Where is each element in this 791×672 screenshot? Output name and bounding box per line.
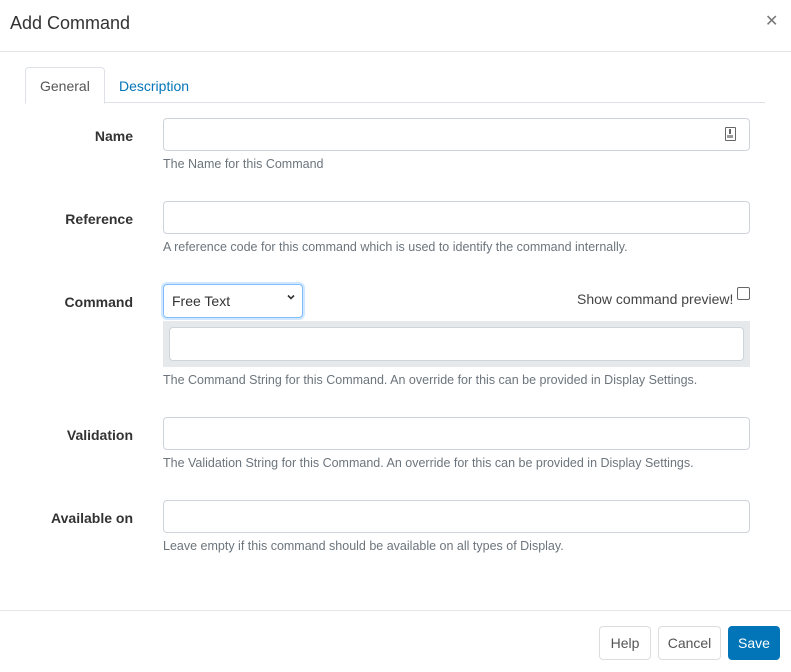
name-input[interactable] — [163, 118, 750, 151]
available-on-input[interactable] — [163, 500, 750, 533]
command-string-input[interactable] — [169, 327, 744, 361]
close-button[interactable]: ✕ — [765, 14, 778, 30]
show-preview-label: Show command preview! — [577, 291, 734, 307]
save-button[interactable]: Save — [728, 626, 780, 660]
command-label: Command — [64, 294, 133, 310]
tab-bar: General Description — [25, 67, 765, 104]
cancel-button[interactable]: Cancel — [658, 626, 721, 660]
command-string-container — [163, 321, 750, 367]
validation-help: The Validation String for this Command. … — [163, 456, 694, 470]
command-type-value: Free Text — [172, 293, 231, 309]
tab-description[interactable]: Description — [104, 67, 204, 103]
command-help: The Command String for this Command. An … — [163, 373, 698, 387]
dialog-title: Add Command — [10, 13, 131, 33]
close-icon: ✕ — [765, 13, 779, 30]
available-on-label: Available on — [51, 510, 133, 526]
chevron-down-icon — [287, 294, 295, 300]
reference-input[interactable] — [163, 201, 750, 234]
validation-label: Validation — [66, 427, 133, 443]
show-preview-checkbox[interactable] — [737, 287, 750, 300]
tab-general[interactable]: General — [25, 67, 105, 104]
available-on-help: Leave empty if this command should be av… — [163, 539, 564, 553]
reference-help: A reference code for this command which … — [163, 240, 628, 254]
reference-label: Reference — [65, 211, 133, 227]
password-manager-icon[interactable] — [725, 127, 736, 141]
dialog-header: Add Command ✕ — [0, 0, 791, 52]
validation-input[interactable] — [163, 417, 750, 450]
help-button[interactable]: Help — [599, 626, 651, 660]
name-label: Name — [94, 128, 133, 144]
name-help: The Name for this Command — [163, 157, 324, 171]
command-type-select[interactable]: Free Text — [163, 284, 303, 318]
